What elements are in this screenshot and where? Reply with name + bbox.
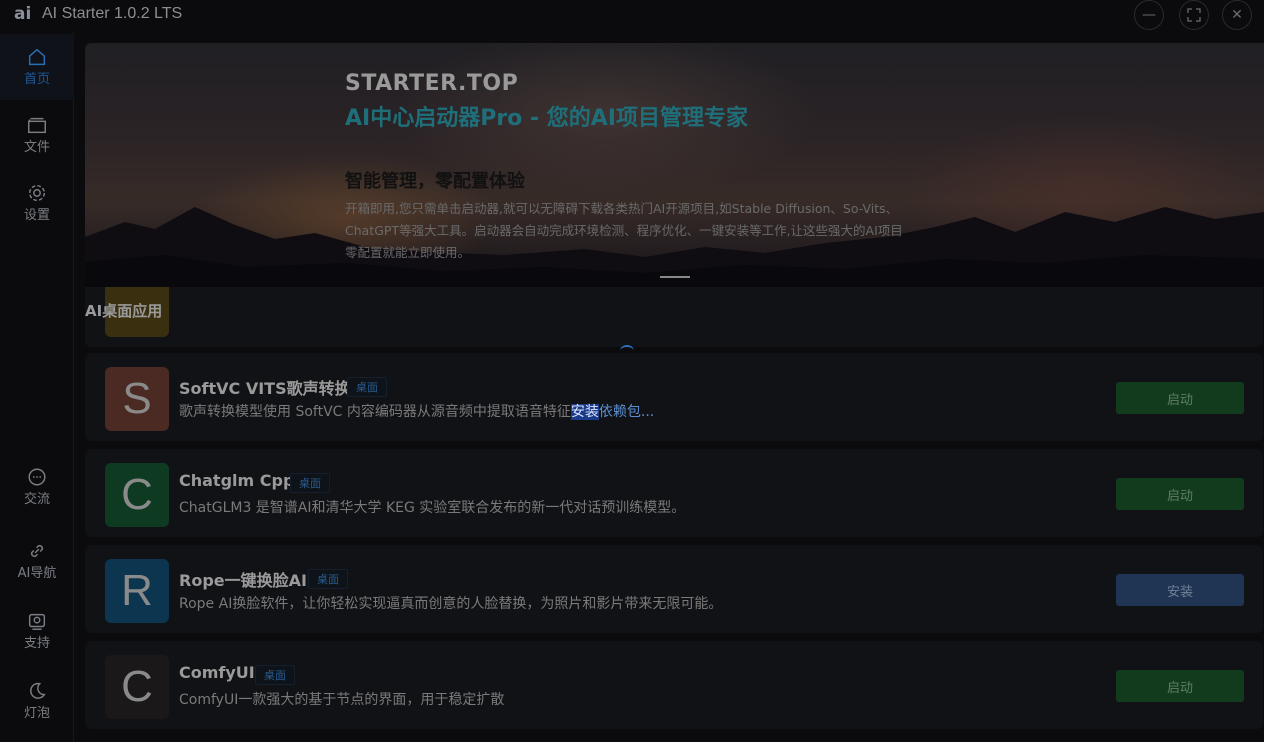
sidebar-item-label: 文件 <box>23 140 50 155</box>
banner-description-line: ChatGPT等强大工具。启动器会自动完成环境检测、程序优化、一键安装等工作,让… <box>345 223 903 238</box>
sidebar: 首页 文件 设置 交流 AI导航 支持 灯泡 <box>0 32 74 742</box>
start-button[interactable]: 启动 <box>1116 670 1244 702</box>
banner-description-line: 开箱即用,您只需单击启动器,就可以无障碍下载各类热门AI开源项目,如Stable… <box>345 201 899 216</box>
app-icon: R <box>105 559 169 623</box>
sidebar-item-label: AI导航 <box>17 566 57 581</box>
carousel-indicator[interactable] <box>660 276 690 278</box>
app-description-tail: 依赖包... <box>598 404 655 420</box>
sidebar-item-community[interactable]: 交流 <box>0 454 74 520</box>
maximize-icon <box>1187 8 1201 22</box>
sidebar-item-label: 首页 <box>23 72 50 87</box>
selected-text: 安装 <box>570 404 599 420</box>
app-tag: 桌面 <box>347 377 387 397</box>
title-bar: ai AI Starter 1.0.2 LTS — ✕ <box>0 0 1264 30</box>
moon-icon <box>30 682 46 699</box>
app-card-partial <box>85 287 1263 347</box>
install-button[interactable]: 安装 <box>1116 574 1244 606</box>
maximize-button[interactable] <box>1179 0 1209 30</box>
app-list: S SoftVC VITS歌声转换 桌面 歌声转换模型使用 SoftVC 内容编… <box>85 287 1264 742</box>
minimize-button[interactable]: — <box>1134 0 1164 30</box>
sidebar-item-label: 支持 <box>23 636 50 651</box>
banner-subtitle: 智能管理，零配置体验 <box>345 171 525 192</box>
app-card: C ComfyUI 桌面 ComfyUI一款强大的基于节点的界面，用于稳定扩散 … <box>85 641 1263 729</box>
sidebar-item-label: 设置 <box>23 208 50 223</box>
support-icon <box>28 613 46 630</box>
app-tag: 桌面 <box>290 473 330 493</box>
app-tag: 桌面 <box>255 665 295 685</box>
app-name: SoftVC VITS歌声转换 <box>179 379 351 398</box>
app-name: ComfyUI <box>179 663 255 682</box>
sidebar-item-home[interactable]: 首页 <box>0 34 74 100</box>
sidebar-item-settings[interactable]: 设置 <box>0 170 74 236</box>
sidebar-item-support[interactable]: 支持 <box>0 598 74 664</box>
app-name: Chatglm Cpp <box>179 471 295 490</box>
hero-banner[interactable]: STARTER.TOP AI中心启动器Pro - 您的AI项目管理专家 智能管理… <box>85 43 1264 287</box>
app-title: AI Starter 1.0.2 LTS <box>42 5 183 22</box>
app-description-text: 歌声转换模型使用 SoftVC 内容编码器从源音频中提取语音特征 <box>179 404 571 420</box>
app-icon: S <box>105 367 169 431</box>
close-icon: ✕ <box>1231 7 1243 23</box>
app-icon: C <box>105 463 169 527</box>
app-icon: C <box>105 655 169 719</box>
section-title: AI桌面应用 <box>85 302 163 320</box>
folder-icon <box>28 117 46 134</box>
banner-headline: AI中心启动器Pro - 您的AI项目管理专家 <box>345 106 748 131</box>
app-card: R Rope一键换脸AI 桌面 Rope AI换脸软件，让你轻松实现逼真而创意的… <box>85 545 1263 633</box>
link-icon <box>30 544 44 558</box>
minimize-icon: — <box>1142 7 1156 23</box>
sidebar-item-label: 灯泡 <box>23 706 50 721</box>
sidebar-item-theme[interactable]: 灯泡 <box>0 668 74 734</box>
app-logo: ai <box>14 4 32 24</box>
start-button[interactable]: 启动 <box>1116 478 1244 510</box>
app-description: ComfyUI一款强大的基于节点的界面，用于稳定扩散 <box>179 692 505 708</box>
sidebar-item-files[interactable]: 文件 <box>0 102 74 168</box>
app-tag: 桌面 <box>308 569 348 589</box>
banner-brand: STARTER.TOP <box>345 71 519 96</box>
chat-icon <box>28 468 46 486</box>
home-icon <box>28 48 46 66</box>
start-button[interactable]: 启动 <box>1116 382 1244 414</box>
close-button[interactable]: ✕ <box>1222 0 1252 30</box>
app-description: 歌声转换模型使用 SoftVC 内容编码器从源音频中提取语音特征安装依赖包... <box>179 401 654 421</box>
banner-description-line: 零配置就能立即使用。 <box>345 245 471 260</box>
app-description: ChatGLM3 是智谱AI和清华大学 KEG 实验室联合发布的新一代对话预训练… <box>179 500 686 516</box>
sidebar-item-label: 交流 <box>23 492 50 507</box>
app-card: S SoftVC VITS歌声转换 桌面 歌声转换模型使用 SoftVC 内容编… <box>85 353 1263 441</box>
app-description: Rope AI换脸软件，让你轻松实现逼真而创意的人脸替换，为照片和影片带来无限可… <box>179 596 723 612</box>
banner-description: 开箱即用,您只需单击启动器,就可以无障碍下载各类热门AI开源项目,如Stable… <box>345 198 985 264</box>
loading-spinner-icon <box>620 345 634 357</box>
app-card: C Chatglm Cpp 桌面 ChatGLM3 是智谱AI和清华大学 KEG… <box>85 449 1263 537</box>
app-name: Rope一键换脸AI <box>179 571 307 590</box>
gear-icon <box>28 184 46 202</box>
sidebar-item-ai-nav[interactable]: AI导航 <box>0 528 74 594</box>
